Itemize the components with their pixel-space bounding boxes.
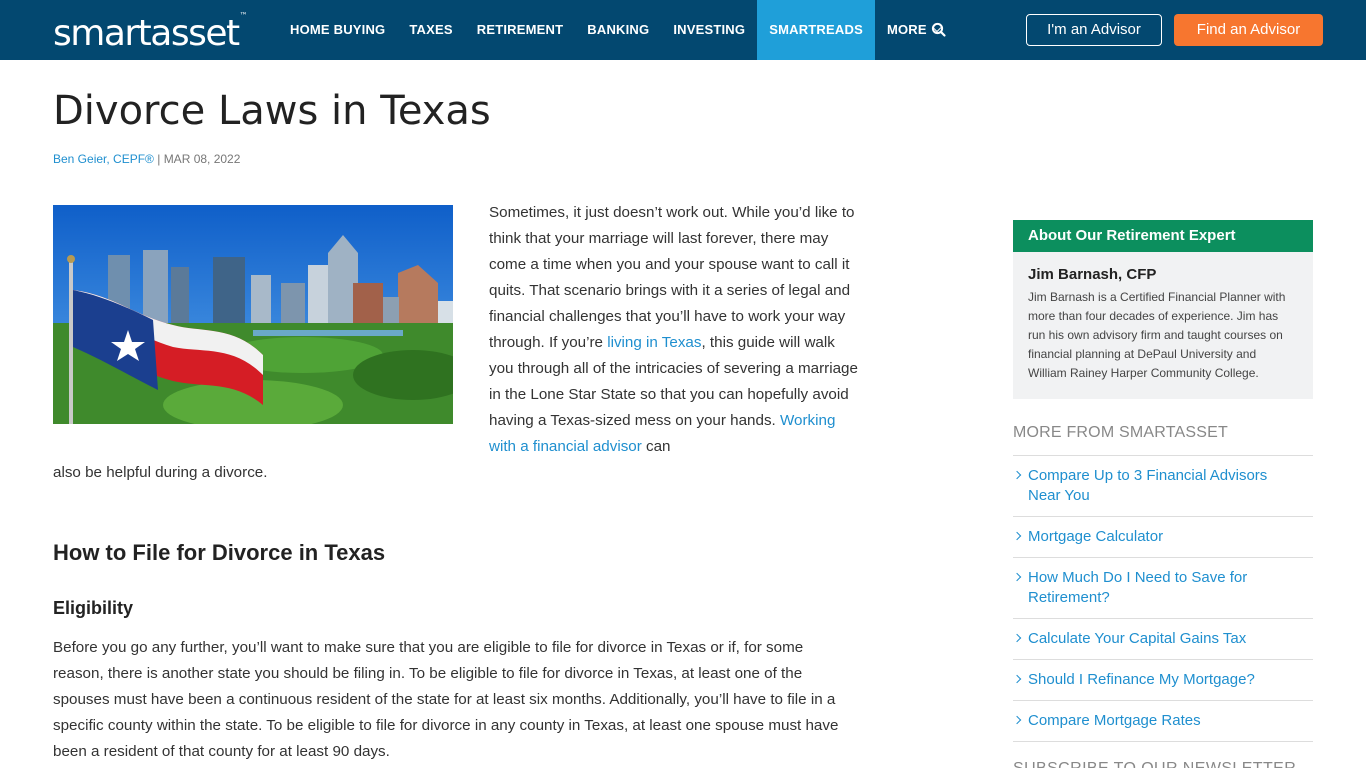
- more-link-label: How Much Do I Need to Save for Retiremen…: [1028, 569, 1248, 606]
- expert-card-heading: About Our Retirement Expert: [1013, 220, 1313, 252]
- nav-investing[interactable]: INVESTING: [661, 0, 757, 60]
- expert-name: Jim Barnash, CFP: [1028, 266, 1157, 283]
- smartasset-logo[interactable]: smartasset™: [53, 10, 248, 54]
- intro-paragraph-tail: also be helpful during a divorce.: [53, 464, 268, 481]
- nav-smartreads[interactable]: SMARTREADS: [757, 0, 875, 60]
- living-in-texas-link[interactable]: living in Texas: [607, 334, 701, 351]
- author-link[interactable]: Ben Geier, CEPF®: [53, 152, 154, 166]
- more-link-label: Should I Refinance My Mortgage?: [1028, 671, 1255, 688]
- chevron-right-icon: [1012, 470, 1022, 480]
- intro-paragraph: Sometimes, it just doesn’t work out. Whi…: [489, 200, 859, 460]
- more-link-label: Mortgage Calculator: [1028, 528, 1164, 545]
- top-header: smartasset™ HOME BUYING TAXES RETIREMENT…: [0, 0, 1366, 60]
- intro-text-3: can: [641, 438, 671, 455]
- newsletter-heading: SUBSCRIBE TO OUR NEWSLETTER: [1013, 760, 1296, 768]
- more-links-list: Compare Up to 3 Financial Advisors Near …: [1012, 455, 1313, 742]
- byline-separator: |: [153, 152, 164, 166]
- expert-card: About Our Retirement Expert Jim Barnash,…: [1013, 220, 1313, 399]
- more-link-label: Compare Up to 3 Financial Advisors Near …: [1028, 467, 1268, 504]
- more-link-retirement-savings[interactable]: How Much Do I Need to Save for Retiremen…: [1012, 558, 1313, 619]
- expert-bio: Jim Barnash is a Certified Financial Pla…: [1028, 290, 1286, 380]
- nav-more-label: MORE: [886, 22, 927, 37]
- chevron-right-icon: [1012, 674, 1022, 684]
- search-icon[interactable]: [930, 21, 948, 39]
- eligibility-paragraph: Before you go any further, you’ll want t…: [53, 639, 839, 760]
- trademark-mark: ™: [239, 11, 248, 20]
- hero-image-austin-skyline: [53, 205, 453, 424]
- chevron-right-icon: [1012, 633, 1022, 643]
- page-title: Divorce Laws in Texas: [53, 88, 491, 134]
- im-an-advisor-button[interactable]: I'm an Advisor: [1026, 14, 1162, 46]
- main-nav: HOME BUYING TAXES RETIREMENT BANKING INV…: [278, 0, 952, 60]
- chevron-right-icon: [1012, 531, 1022, 541]
- more-from-smartasset-heading: MORE FROM SMARTASSET: [1013, 424, 1228, 441]
- more-link-label: Calculate Your Capital Gains Tax: [1028, 630, 1247, 647]
- chevron-right-icon: [1012, 715, 1022, 725]
- more-link-refinance[interactable]: Should I Refinance My Mortgage?: [1012, 660, 1313, 701]
- nav-banking[interactable]: BANKING: [575, 0, 661, 60]
- logo-text: smartasset: [53, 13, 240, 54]
- nav-retirement[interactable]: RETIREMENT: [465, 0, 576, 60]
- find-an-advisor-button[interactable]: Find an Advisor: [1174, 14, 1323, 46]
- nav-taxes[interactable]: TAXES: [397, 0, 464, 60]
- more-link-capital-gains[interactable]: Calculate Your Capital Gains Tax: [1012, 619, 1313, 660]
- more-link-mortgage-rates[interactable]: Compare Mortgage Rates: [1012, 701, 1313, 742]
- nav-home-buying[interactable]: HOME BUYING: [278, 0, 397, 60]
- publish-date: MAR 08, 2022: [163, 152, 241, 166]
- more-link-label: Compare Mortgage Rates: [1028, 712, 1201, 729]
- chevron-right-icon: [1012, 572, 1022, 582]
- byline: Ben Geier, CEPF® | MAR 08, 2022: [53, 152, 240, 166]
- more-link-compare-advisors[interactable]: Compare Up to 3 Financial Advisors Near …: [1012, 456, 1313, 517]
- subheading-eligibility: Eligibility: [53, 598, 134, 618]
- intro-text-1: Sometimes, it just doesn’t work out. Whi…: [489, 204, 855, 351]
- section-heading-file-divorce: How to File for Divorce in Texas: [53, 540, 386, 565]
- more-link-mortgage-calculator[interactable]: Mortgage Calculator: [1012, 517, 1313, 558]
